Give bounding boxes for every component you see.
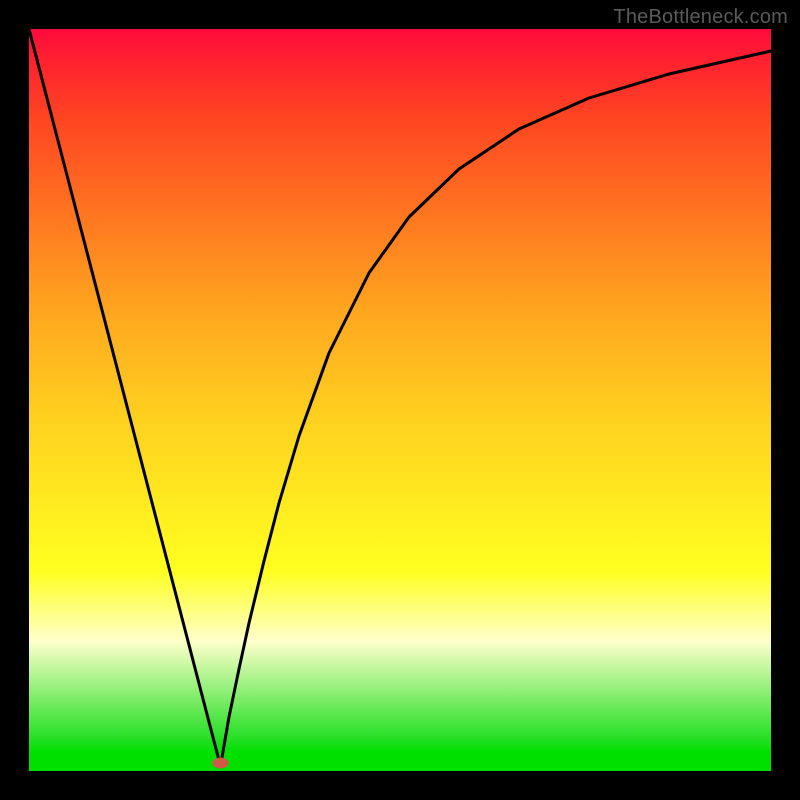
- curve-path: [29, 29, 771, 766]
- minimum-marker: [213, 758, 229, 769]
- watermark-text: TheBottleneck.com: [613, 6, 788, 29]
- chart-container: TheBottleneck.com: [0, 0, 800, 800]
- chart-curve: [29, 29, 771, 771]
